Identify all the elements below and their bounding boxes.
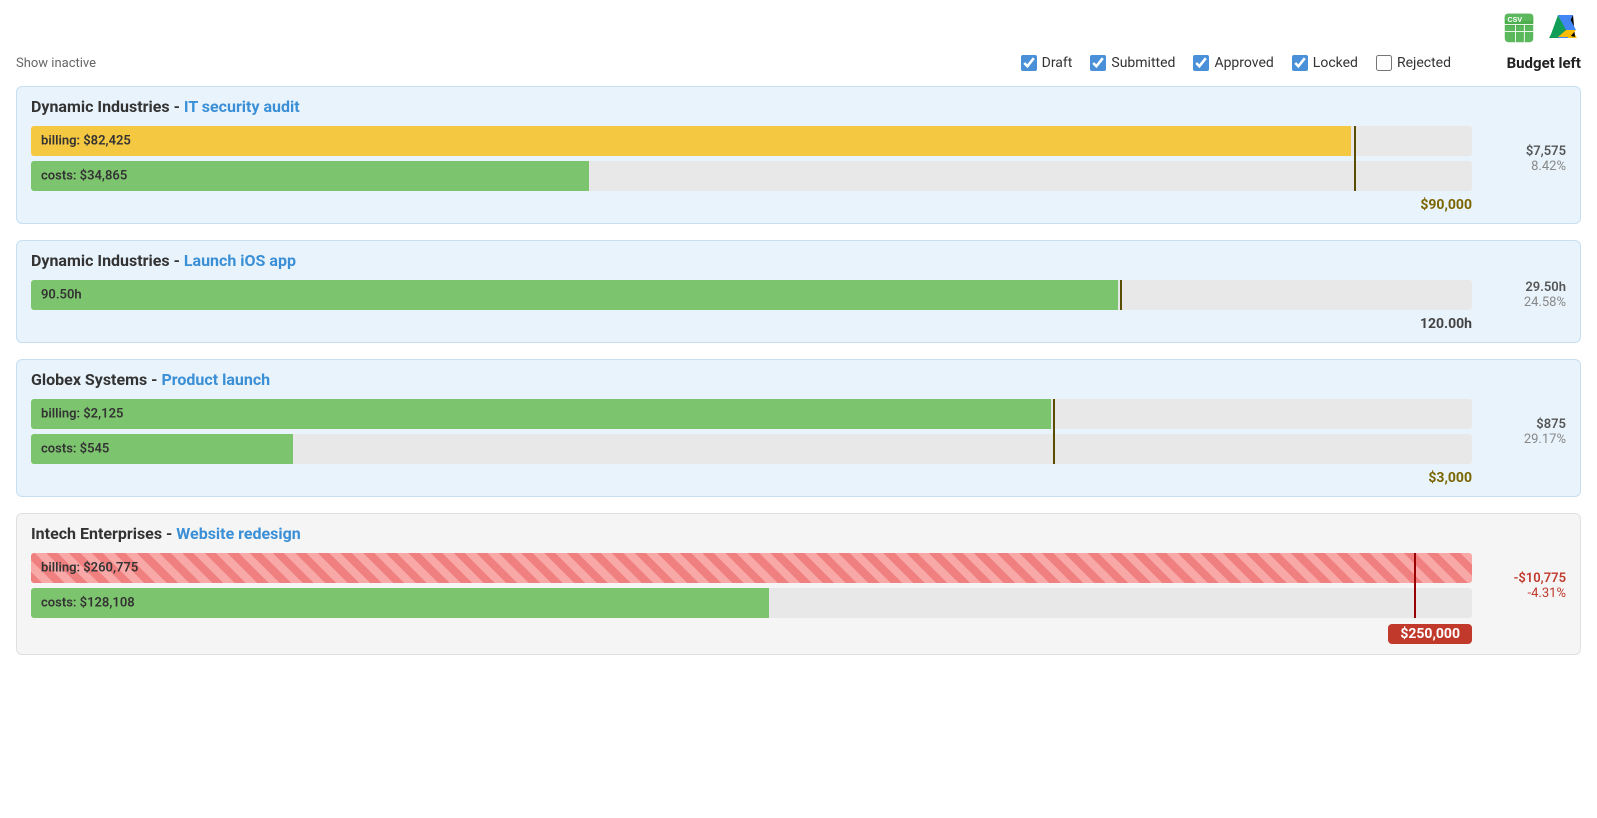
project-header-it-security: Dynamic Industries - IT security audit (17, 87, 1580, 122)
filter-approved[interactable]: Approved (1193, 55, 1273, 71)
bar-label-0: billing: $2,125 (41, 407, 123, 422)
bar-row-1: costs: $34,865 (31, 161, 1472, 191)
project-header-launch-ios: Dynamic Industries - Launch iOS app (17, 241, 1580, 276)
stat-budget-pct: 8.42% (1531, 159, 1566, 174)
bar-fill-1 (31, 588, 769, 618)
filter-draft[interactable]: Draft (1021, 55, 1073, 71)
bar-row-0: billing: $82,425 (31, 126, 1472, 156)
draft-label: Draft (1042, 55, 1073, 71)
locked-label: Locked (1313, 55, 1358, 71)
filter-rejected[interactable]: Rejected (1376, 55, 1451, 71)
stat-budget-left: $7,575 (1526, 144, 1566, 159)
bar-fill-0 (31, 280, 1118, 310)
stat-budget-left: -$10,775 (1514, 571, 1566, 586)
budget-footer-launch-ios: 120.00h (17, 312, 1580, 342)
bar-fill-0 (31, 399, 1051, 429)
bar-label-0: billing: $82,425 (41, 134, 131, 149)
stat-budget-left: 29.50h (1525, 280, 1566, 295)
budget-footer-it-security: $90,000 (17, 193, 1580, 223)
bars-section-website-redesign: billing: $260,775 costs: $128,108 (31, 553, 1476, 618)
project-block-website-redesign[interactable]: Intech Enterprises - Website redesign bil… (16, 513, 1581, 655)
client-name: Globex Systems (31, 370, 147, 389)
bars-stats-launch-ios: 90.50h 29.50h24.58% (17, 276, 1580, 312)
project-name[interactable]: Product launch (161, 370, 270, 389)
budget-footer-website-redesign: $250,000 (17, 620, 1580, 654)
toolbar: CSV (16, 10, 1581, 46)
stats-section-product-launch: $87529.17% (1476, 399, 1566, 464)
budget-footer-product-launch: $3,000 (17, 466, 1580, 496)
project-name[interactable]: IT security audit (184, 97, 300, 116)
bar-row-0: billing: $260,775 (31, 553, 1472, 583)
bars-stats-it-security: billing: $82,425 costs: $34,865 $7,5758.42… (17, 122, 1580, 193)
submitted-label: Submitted (1111, 55, 1175, 71)
approved-checkbox[interactable] (1193, 55, 1209, 71)
project-header-product-launch: Globex Systems - Product launch (17, 360, 1580, 395)
client-name: Dynamic Industries (31, 97, 170, 116)
google-drive-button[interactable] (1545, 10, 1581, 46)
bar-row-0: billing: $2,125 (31, 399, 1472, 429)
approved-label: Approved (1214, 55, 1273, 71)
project-header-website-redesign: Intech Enterprises - Website redesign (17, 514, 1580, 549)
bar-label-0: 90.50h (41, 288, 82, 303)
show-inactive-label: Show inactive (16, 56, 96, 71)
bar-label-1: costs: $128,108 (41, 596, 135, 611)
rejected-label: Rejected (1397, 55, 1451, 71)
rejected-checkbox[interactable] (1376, 55, 1392, 71)
stats-section-it-security: $7,5758.42% (1476, 126, 1566, 191)
bar-label-0: billing: $260,775 (41, 561, 138, 576)
locked-checkbox[interactable] (1292, 55, 1308, 71)
bar-row-1: costs: $545 (31, 434, 1472, 464)
bars-stats-product-launch: billing: $2,125 costs: $545 $87529.17% (17, 395, 1580, 466)
stats-section-launch-ios: 29.50h24.58% (1476, 280, 1566, 310)
stat-budget-pct: 29.17% (1524, 432, 1566, 447)
bars-section-product-launch: billing: $2,125 costs: $545 (31, 399, 1476, 464)
client-name: Dynamic Industries (31, 251, 170, 270)
csv-export-button[interactable]: CSV (1501, 10, 1537, 46)
filter-checkboxes: Draft Submitted Approved Locked Rejected (1021, 55, 1451, 71)
submitted-checkbox[interactable] (1090, 55, 1106, 71)
budget-total-label: $90,000 (1420, 197, 1472, 213)
stat-budget-pct: 24.58% (1524, 295, 1566, 310)
svg-text:CSV: CSV (1507, 16, 1522, 24)
bars-section-launch-ios: 90.50h (31, 280, 1476, 310)
project-block-it-security[interactable]: Dynamic Industries - IT security audit bi… (16, 86, 1581, 224)
bars-section-it-security: billing: $82,425 costs: $34,865 (31, 126, 1476, 191)
filter-bar: Show inactive Draft Submitted Approved L… (16, 54, 1581, 72)
stats-section-website-redesign: -$10,775-4.31% (1476, 553, 1566, 618)
filter-locked[interactable]: Locked (1292, 55, 1358, 71)
projects-container: Dynamic Industries - IT security audit bi… (16, 86, 1581, 655)
bar-row-1: costs: $128,108 (31, 588, 1472, 618)
draft-checkbox[interactable] (1021, 55, 1037, 71)
bar-label-1: costs: $545 (41, 442, 109, 457)
stat-budget-pct: -4.31% (1528, 586, 1566, 601)
budget-total-badge: $250,000 (1388, 624, 1472, 644)
project-block-product-launch[interactable]: Globex Systems - Product launch billing: … (16, 359, 1581, 497)
bar-fill-0 (31, 126, 1351, 156)
bar-fill-0 (31, 553, 1472, 583)
bar-row-0: 90.50h (31, 280, 1472, 310)
project-block-launch-ios[interactable]: Dynamic Industries - Launch iOS app90.50… (16, 240, 1581, 343)
client-name: Intech Enterprises (31, 524, 162, 543)
bar-label-1: costs: $34,865 (41, 169, 127, 184)
project-name[interactable]: Launch iOS app (184, 251, 296, 270)
filter-submitted[interactable]: Submitted (1090, 55, 1175, 71)
budget-left-header: Budget left (1481, 54, 1581, 72)
stat-budget-left: $875 (1536, 417, 1566, 432)
project-name[interactable]: Website redesign (176, 524, 300, 543)
budget-total-label: $3,000 (1428, 470, 1472, 486)
bars-stats-website-redesign: billing: $260,775 costs: $128,108 -$10,775… (17, 549, 1580, 620)
budget-total-label: 120.00h (1420, 316, 1472, 332)
